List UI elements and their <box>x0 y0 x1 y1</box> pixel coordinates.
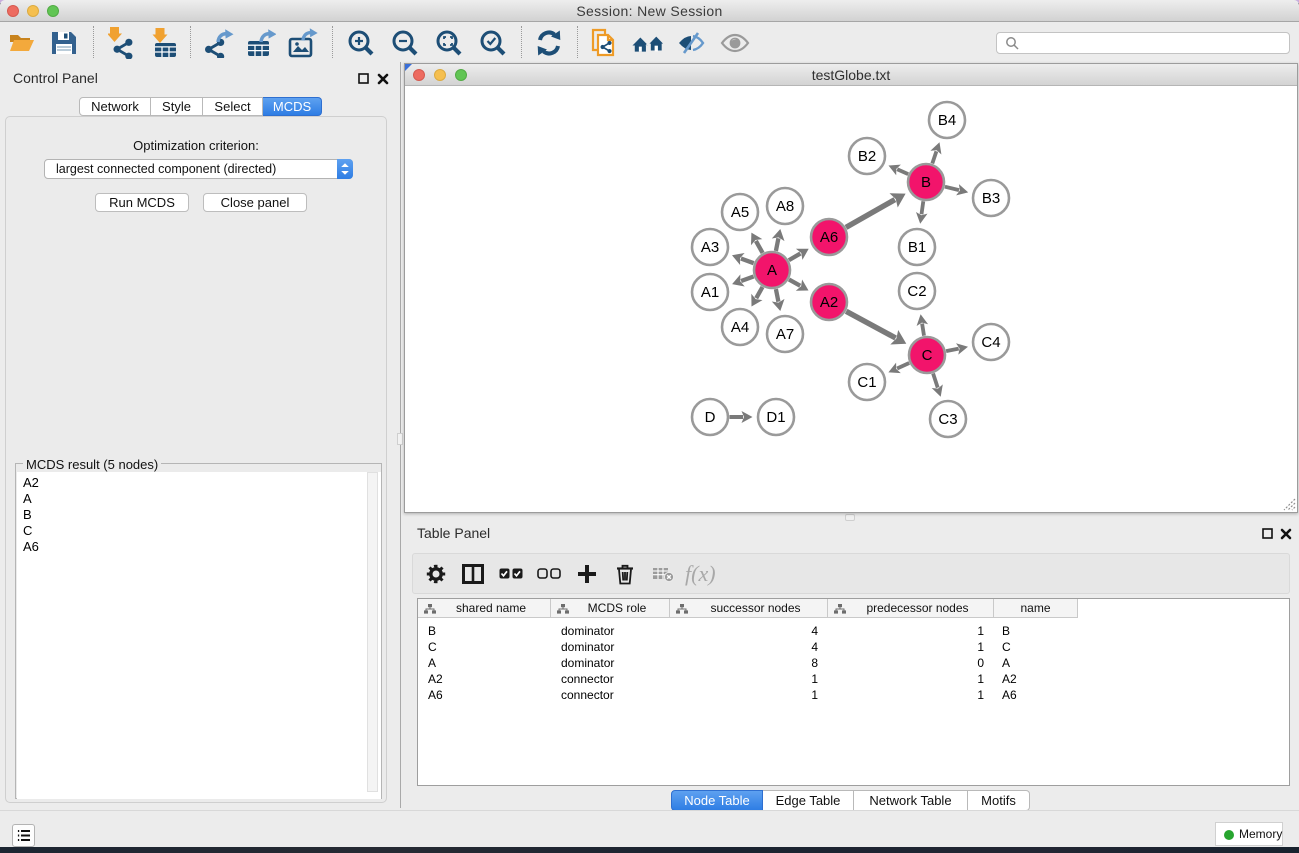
svg-text:D1: D1 <box>766 409 785 426</box>
svg-text:A2: A2 <box>820 294 838 311</box>
svg-text:B4: B4 <box>938 112 956 129</box>
svg-text:C1: C1 <box>857 374 876 391</box>
svg-text:B2: B2 <box>858 148 876 165</box>
svg-text:A1: A1 <box>701 284 719 301</box>
svg-text:D: D <box>705 409 716 426</box>
svg-text:C: C <box>922 347 933 364</box>
svg-text:A4: A4 <box>731 319 749 336</box>
svg-text:A3: A3 <box>701 239 719 256</box>
svg-text:A7: A7 <box>776 326 794 343</box>
svg-text:B: B <box>921 174 931 191</box>
svg-text:C4: C4 <box>981 334 1000 351</box>
svg-text:C2: C2 <box>907 283 926 300</box>
svg-text:C3: C3 <box>938 411 957 428</box>
svg-text:A: A <box>767 262 777 279</box>
svg-text:A8: A8 <box>776 198 794 215</box>
svg-text:A5: A5 <box>731 204 749 221</box>
svg-text:B1: B1 <box>908 239 926 256</box>
svg-text:B3: B3 <box>982 190 1000 207</box>
svg-text:A6: A6 <box>820 229 838 246</box>
